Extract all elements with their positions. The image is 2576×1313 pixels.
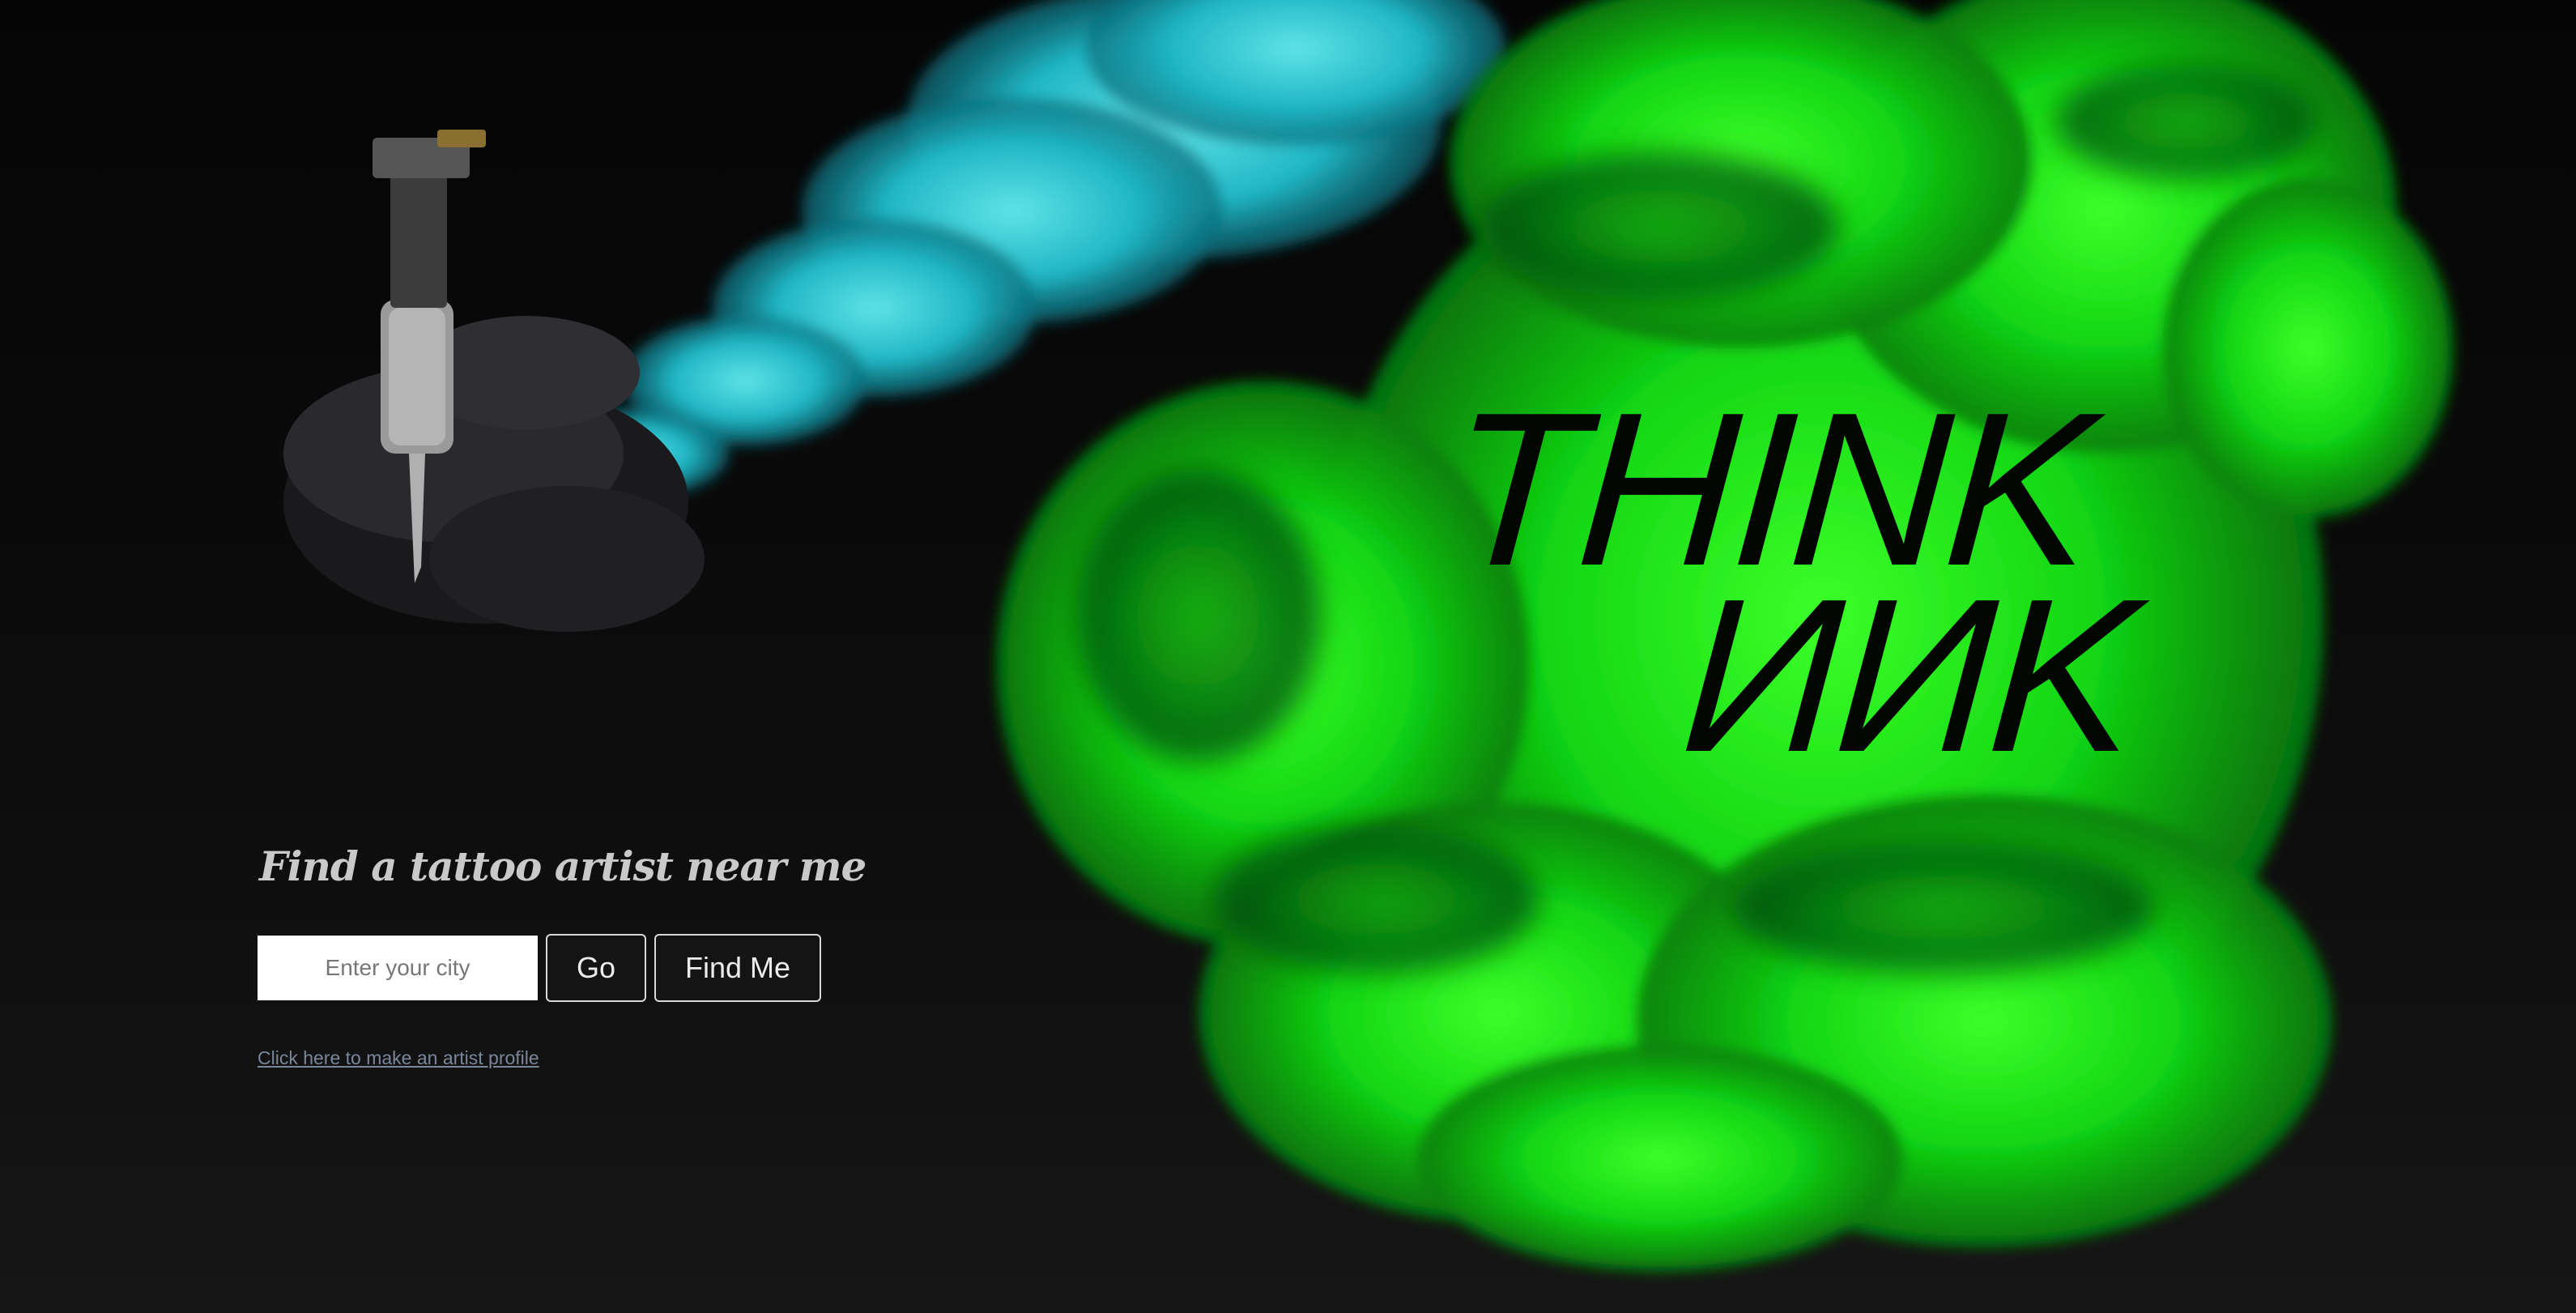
think-ink-wordmark: THINK ИИK (1441, 368, 2162, 798)
search-controls: Go Find Me (258, 934, 866, 1002)
ink-cloud-illustration (0, 0, 2576, 1313)
artist-search: Find a tattoo artist near me Go Find Me … (258, 842, 866, 1069)
make-artist-profile-link[interactable]: Click here to make an artist profile (258, 1047, 539, 1069)
wordmark-ink: ИИK (1675, 554, 2142, 798)
landing-page: THINK ИИK Find a tattoo artist near me G… (0, 0, 2576, 1313)
search-headline: Find a tattoo artist near me (259, 842, 866, 890)
go-button[interactable]: Go (546, 934, 646, 1002)
city-input[interactable] (258, 936, 538, 1000)
find-me-button[interactable]: Find Me (654, 934, 821, 1002)
ink-cloud-svg (283, 0, 2454, 1272)
